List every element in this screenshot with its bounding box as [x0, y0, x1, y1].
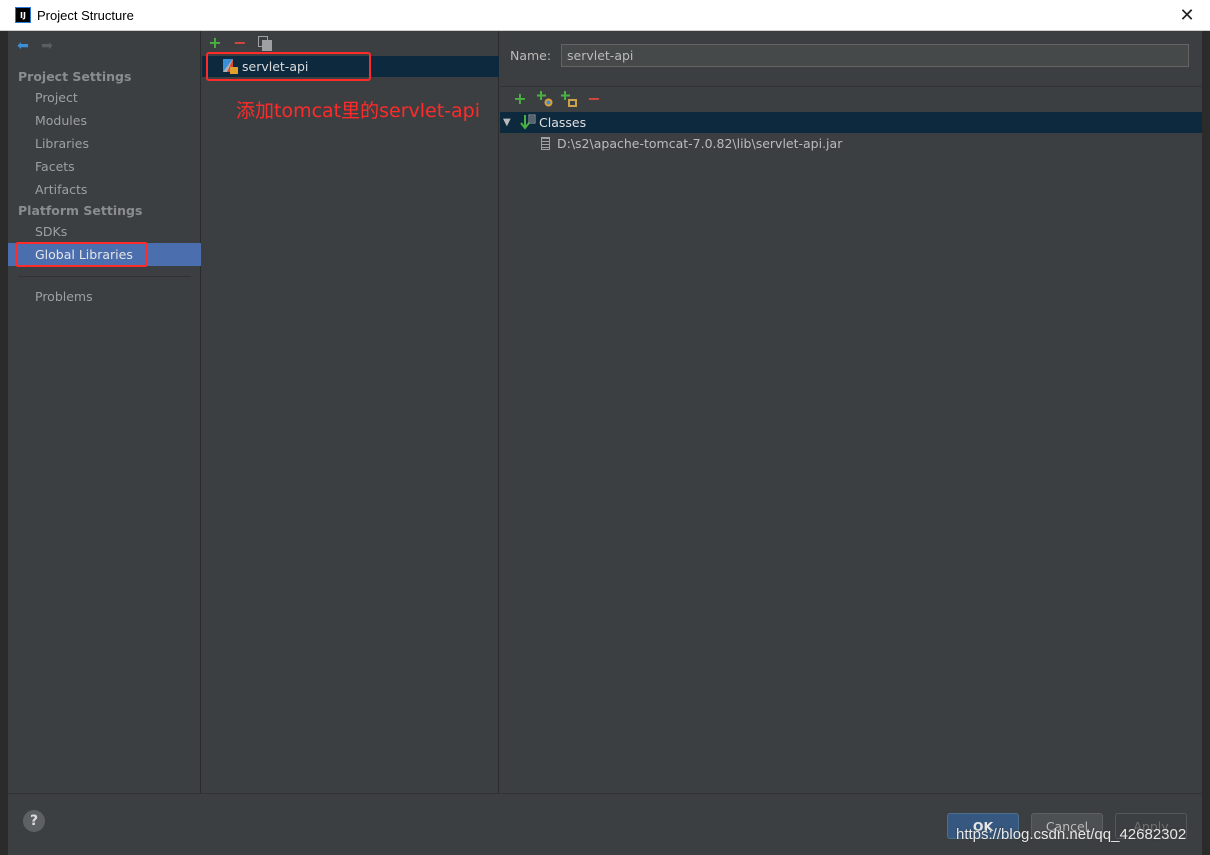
- library-list-item[interactable]: servlet-api: [202, 56, 499, 77]
- sidebar-separator: [18, 276, 191, 277]
- right-border: [1202, 31, 1210, 855]
- library-icon: [223, 59, 238, 74]
- jar-file-icon: [541, 137, 550, 150]
- watermark-text: https://blog.csdn.net/qq_42682302: [956, 826, 1187, 843]
- jar-tree-node[interactable]: D:\s2\apache-tomcat-7.0.82\lib\servlet-a…: [500, 133, 1202, 154]
- intellij-app-icon: IJ: [15, 7, 31, 23]
- sidebar-item-modules[interactable]: Modules: [8, 109, 201, 132]
- sidebar-item-libraries[interactable]: Libraries: [8, 132, 201, 155]
- sidebar-item-global-libraries[interactable]: Global Libraries: [8, 243, 201, 266]
- library-name-input[interactable]: [561, 44, 1189, 67]
- classes-label: Classes: [539, 115, 587, 130]
- library-list-panel: + − servlet-api 添加tomcat里的servlet-api: [202, 31, 499, 793]
- remove-library-icon[interactable]: −: [232, 35, 248, 51]
- jar-path-label: D:\s2\apache-tomcat-7.0.82\lib\servlet-a…: [557, 136, 843, 151]
- sidebar-item-problems[interactable]: Problems: [8, 285, 201, 308]
- help-button[interactable]: ?: [23, 810, 45, 832]
- settings-sidebar: ⬅ ➡ Project Settings Project Modules Lib…: [8, 31, 201, 793]
- forward-arrow-icon[interactable]: ➡: [39, 38, 55, 54]
- project-structure-window: IJ Project Structure ✕ ⬅ ➡ Project Setti…: [0, 0, 1210, 855]
- sidebar-item-artifacts[interactable]: Artifacts: [8, 178, 201, 201]
- detail-separator: [500, 86, 1202, 87]
- name-label: Name:: [510, 48, 552, 63]
- copy-library-icon[interactable]: [258, 36, 272, 51]
- dialog-content: ⬅ ➡ Project Settings Project Modules Lib…: [8, 31, 1202, 793]
- sidebar-item-sdks[interactable]: SDKs: [8, 220, 201, 243]
- add-library-icon[interactable]: +: [207, 35, 223, 51]
- classes-root-icon: [520, 114, 536, 130]
- remove-root-icon[interactable]: −: [586, 91, 602, 107]
- add-url-icon[interactable]: [560, 90, 578, 108]
- title-bar: IJ Project Structure ✕: [0, 0, 1210, 31]
- library-name-label: servlet-api: [242, 59, 309, 74]
- left-border: [0, 31, 8, 855]
- dialog-button-bar: ? OK Cancel Apply: [8, 793, 1202, 855]
- back-arrow-icon[interactable]: ⬅: [15, 38, 31, 54]
- classes-tree-node[interactable]: ▼ Classes: [500, 112, 1202, 133]
- platform-settings-header: Platform Settings: [18, 203, 143, 218]
- close-window-button[interactable]: ✕: [1164, 0, 1210, 31]
- sidebar-item-facets[interactable]: Facets: [8, 155, 201, 178]
- expand-toggle-icon[interactable]: ▼: [503, 112, 511, 133]
- project-settings-header: Project Settings: [18, 69, 132, 84]
- add-root-icon[interactable]: +: [512, 91, 528, 107]
- library-detail-panel: Name: + − ▼: [500, 31, 1202, 793]
- add-jar-icon[interactable]: [536, 90, 554, 108]
- window-title: Project Structure: [37, 8, 134, 23]
- annotation-text: 添加tomcat里的servlet-api: [236, 100, 481, 122]
- sidebar-item-project[interactable]: Project: [8, 86, 201, 109]
